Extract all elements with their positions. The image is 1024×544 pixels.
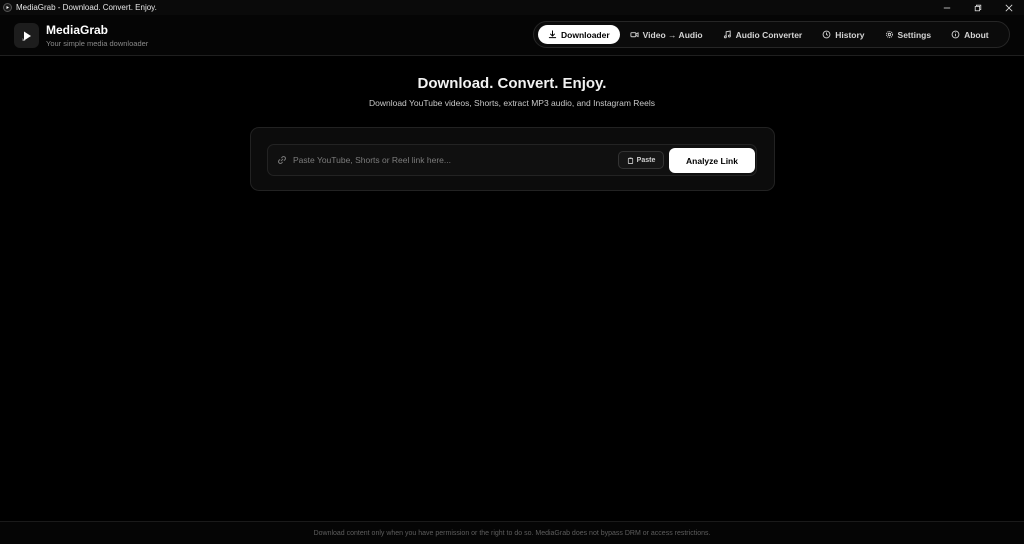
music-note-icon [723,30,731,39]
app-footer: Download content only when you have perm… [0,521,1024,544]
analyze-link-button[interactable]: Analyze Link [669,148,755,173]
close-button[interactable] [993,0,1024,15]
brand-logo [14,23,39,48]
clipboard-icon [627,157,633,164]
restore-button[interactable] [962,0,993,15]
window-title: MediaGrab - Download. Convert. Enjoy. [16,3,157,12]
app-header: MediaGrab Your simple media downloader D… [0,15,1024,56]
link-icon [278,156,286,164]
nav-item-audio-converter[interactable]: Audio Converter [713,25,813,44]
link-card: Paste Analyze Link [250,127,775,191]
page-title: Download. Convert. Enjoy. [417,75,607,92]
url-input[interactable] [293,150,603,170]
url-input-box: Paste Analyze Link [267,144,757,176]
app-icon [3,3,12,12]
nav-label: Downloader [561,29,610,40]
nav-item-downloader[interactable]: Downloader [538,25,620,44]
gear-icon [885,30,893,39]
main-nav: Downloader Video → Audio Audio Converter… [533,21,1010,48]
play-logo-icon [22,31,31,41]
brand-tagline: Your simple media downloader [46,39,149,48]
page-subtitle: Download YouTube videos, Shorts, extract… [368,98,656,108]
brand-name: MediaGrab [46,23,109,37]
download-icon [548,30,557,39]
restore-icon [974,4,981,11]
video-icon [630,32,639,38]
nav-item-video-to-audio[interactable]: Video → Audio [620,25,713,44]
paste-label: Paste [636,156,656,164]
window-titlebar: MediaGrab - Download. Convert. Enjoy. [0,0,1024,15]
minimize-button[interactable] [931,0,962,15]
nav-label: Video → Audio [642,29,703,40]
clock-icon [822,30,831,39]
nav-label: Audio Converter [735,29,803,40]
nav-item-settings[interactable]: Settings [875,25,942,44]
minimize-icon [943,7,950,8]
paste-button[interactable]: Paste [618,151,664,169]
footer-disclaimer: Download content only when you have perm… [313,529,711,537]
nav-label: Settings [897,29,932,40]
nav-item-history[interactable]: History [812,25,874,44]
window-controls [931,0,1024,15]
nav-label: History [835,29,865,40]
nav-label: About [964,29,989,40]
close-icon [1005,4,1012,11]
nav-item-about[interactable]: About [941,25,999,44]
info-icon [951,30,960,39]
